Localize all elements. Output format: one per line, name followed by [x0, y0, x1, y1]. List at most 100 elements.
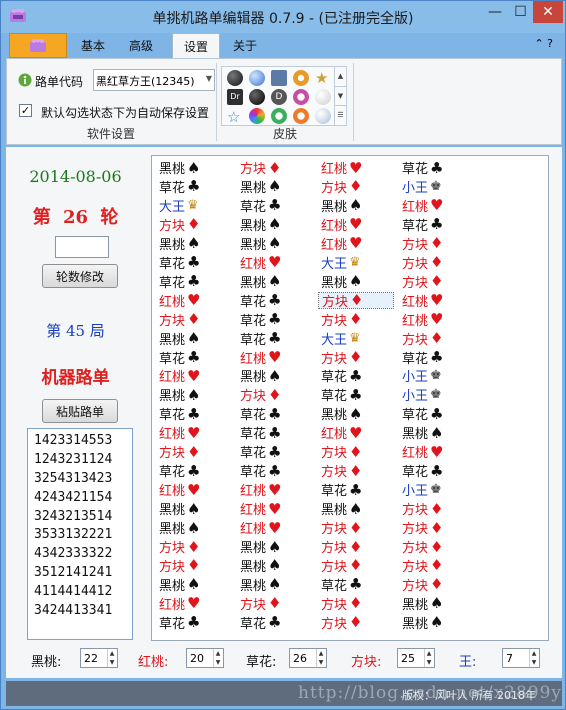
autosave-checkbox[interactable]: ✓	[19, 104, 32, 117]
roadmap-cell[interactable]: 红桃 ♥	[318, 424, 394, 443]
king-count-stepper[interactable]: 7 ▲ ▼	[502, 648, 540, 668]
roadmap-cell[interactable]: 方块 ♦	[237, 159, 313, 178]
roadmap-cell[interactable]: 小王 ♚	[399, 178, 475, 196]
skin-d-badge-icon[interactable]: D	[271, 89, 287, 105]
roadmap-cell[interactable]: 方块 ♦	[399, 575, 475, 594]
roadmap-cell[interactable]: 黑桃 ♠	[237, 538, 313, 557]
roadmap-cell[interactable]: 方块 ♦	[399, 500, 475, 519]
roadmap-cell[interactable]: 方块 ♦	[318, 177, 394, 196]
roadmap-cell[interactable]: 大王 ♛	[318, 254, 394, 272]
roadmap-cell[interactable]: 草花 ♣	[156, 253, 232, 272]
roadmap-cell[interactable]: 红桃 ♥	[318, 234, 394, 253]
roadmap-cell[interactable]: 草花 ♣	[399, 348, 475, 367]
roadmap-cell[interactable]: 黑桃 ♠	[318, 405, 394, 424]
roadmap-cell[interactable]: 红桃 ♥	[237, 519, 313, 538]
roadmap-cell[interactable]: 红桃 ♥	[237, 500, 313, 519]
roadmap-cell[interactable]: 红桃 ♥	[399, 196, 475, 215]
roadmap-cell[interactable]: 草花 ♣	[318, 575, 394, 594]
roadmap-cell[interactable]: 红桃 ♥	[318, 159, 394, 178]
roadmap-cell[interactable]: 红桃 ♥	[156, 481, 232, 500]
roadmap-cell[interactable]: 方块 ♦	[318, 519, 394, 538]
roadmap-cell[interactable]: 方块 ♦	[156, 215, 232, 234]
roadmap-cell[interactable]: 草花 ♣	[156, 348, 232, 367]
tab-advanced[interactable]: 高级	[119, 33, 163, 58]
roadmap-cell[interactable]: 红桃 ♥	[237, 253, 313, 272]
roadmap-cell[interactable]: 小王 ♚	[399, 367, 475, 385]
roadmap-cell[interactable]: 草花 ♣	[237, 443, 313, 462]
close-button[interactable]: ✕	[533, 1, 563, 23]
scroll-down-icon[interactable]: ▼	[335, 86, 346, 105]
roadmap-cell[interactable]: 黑桃 ♠	[318, 500, 394, 519]
spade-count-stepper[interactable]: 22 ▲ ▼	[80, 648, 118, 668]
heart-count-stepper[interactable]: 20 ▲ ▼	[186, 648, 224, 668]
roadmap-cell[interactable]: 黑桃 ♠	[318, 272, 394, 291]
roadmap-cell[interactable]: 草花 ♣	[156, 462, 232, 481]
roadmap-cell[interactable]: 黑桃 ♠	[399, 424, 475, 443]
diamond-count-stepper[interactable]: 25 ▲ ▼	[397, 648, 435, 668]
stepper-arrows-icon[interactable]: ▲ ▼	[424, 649, 433, 667]
roadmap-cell[interactable]: 黑桃 ♠	[156, 519, 232, 538]
skin-blue-star-icon[interactable]: ☆	[227, 108, 243, 126]
gallery-expand-icon[interactable]: ☰	[335, 105, 346, 124]
skin-dr-badge-icon[interactable]: Dr	[227, 89, 243, 105]
roadmap-cell[interactable]: 红桃 ♥	[399, 310, 475, 329]
roadmap-cell[interactable]: 大王 ♛	[156, 197, 232, 215]
roadmap-cell[interactable]: 方块 ♦	[156, 310, 232, 329]
roadmap-cell[interactable]: 方块 ♦	[318, 594, 394, 613]
roadmap-cell[interactable]: 方块 ♦	[399, 329, 475, 348]
roadmap-cell[interactable]: 草花 ♣	[399, 215, 475, 234]
roadmap-cell[interactable]: 黑桃 ♠	[156, 575, 232, 594]
roadmap-cell[interactable]: 红桃 ♥	[156, 291, 232, 310]
skin-square-icon[interactable]	[271, 70, 287, 86]
roadmap-cell[interactable]: 方块 ♦	[156, 443, 232, 462]
roadmap-cell[interactable]: 方块 ♦	[399, 538, 475, 557]
app-menu-button[interactable]	[9, 33, 67, 58]
tab-about[interactable]: 关于	[223, 33, 267, 58]
roadmap-cell[interactable]: 草花 ♣	[237, 462, 313, 481]
roadmap-cell[interactable]: 草花 ♣	[156, 405, 232, 424]
paste-roadmap-button[interactable]: 粘贴路单	[42, 399, 118, 423]
roadmap-cell[interactable]: 黑桃 ♠	[237, 215, 313, 234]
roadmap-cell[interactable]: 方块 ♦	[156, 556, 232, 575]
roadmap-cell[interactable]: 黑桃 ♠	[156, 234, 232, 253]
skin-black-orb-icon[interactable]	[249, 89, 265, 105]
roadmap-cell[interactable]: 小王 ♚	[399, 481, 475, 499]
roadmap-cell[interactable]: 黑桃 ♠	[237, 556, 313, 575]
roadmap-cell[interactable]: 草花 ♣	[399, 405, 475, 424]
title-bar[interactable]: 单挑机路单编辑器 0.7.9 - (已注册完全版) — ☐ ✕	[1, 1, 565, 33]
roadmap-cell[interactable]: 黑桃 ♠	[318, 196, 394, 215]
roadmap-cell[interactable]: 草花 ♣	[237, 424, 313, 443]
tab-basic[interactable]: 基本	[71, 33, 115, 58]
roadmap-cell[interactable]: 黑桃 ♠	[156, 500, 232, 519]
roadmap-cell[interactable]: 草花 ♣	[318, 386, 394, 405]
roadmap-cell[interactable]: 草花 ♣	[318, 367, 394, 386]
roadmap-cell[interactable]: 草花 ♣	[237, 329, 313, 348]
roadmap-cell[interactable]: 黑桃 ♠	[399, 613, 475, 632]
skin-gallery-scrollbar[interactable]: ▲ ▼ ☰	[334, 67, 346, 125]
roadmap-cell[interactable]: 红桃 ♥	[156, 424, 232, 443]
stepper-arrows-icon[interactable]: ▲ ▼	[213, 649, 222, 667]
roadmap-cell[interactable]: 黑桃 ♠	[156, 329, 232, 348]
roadmap-cell[interactable]: 方块 ♦	[318, 310, 394, 329]
roadmap-cell[interactable]: 方块 ♦	[399, 556, 475, 575]
roadmap-cell[interactable]: 小王 ♚	[399, 386, 475, 404]
roadmap-cell[interactable]: 红桃 ♥	[156, 594, 232, 613]
roadmap-cell[interactable]: 方块 ♦	[237, 594, 313, 613]
skin-blue-sphere-icon[interactable]	[249, 70, 265, 86]
roadmap-cell[interactable]: 红桃 ♥	[399, 443, 475, 462]
roadmap-cell[interactable]: 黑桃 ♠	[237, 367, 313, 386]
roadmap-cell[interactable]: 黑桃 ♠	[156, 386, 232, 405]
roadcode-select[interactable]: 黑红草方王(12345) ▼	[93, 69, 215, 91]
roadmap-cell[interactable]: 方块 ♦	[399, 272, 475, 291]
roadmap-code-list[interactable]: 1423314553 1243231124 3254313423 4243421154…	[27, 428, 133, 640]
roadmap-cell[interactable]: 方块 ♦	[318, 538, 394, 557]
roadmap-cell[interactable]: 草花 ♣	[156, 272, 232, 291]
roadmap-cell[interactable]: 红桃 ♥	[237, 348, 313, 367]
skin-orange-round-icon[interactable]	[293, 108, 309, 124]
roadmap-cell[interactable]: 黑桃 ♠	[156, 159, 232, 178]
stepper-arrows-icon[interactable]: ▲ ▼	[107, 649, 116, 667]
roadmap-cell[interactable]: 红桃 ♥	[237, 481, 313, 500]
skin-dark-sphere-icon[interactable]	[227, 70, 243, 86]
roadmap-cell[interactable]: 草花 ♣	[156, 613, 232, 632]
roadmap-cell[interactable]: 方块 ♦	[318, 348, 394, 367]
